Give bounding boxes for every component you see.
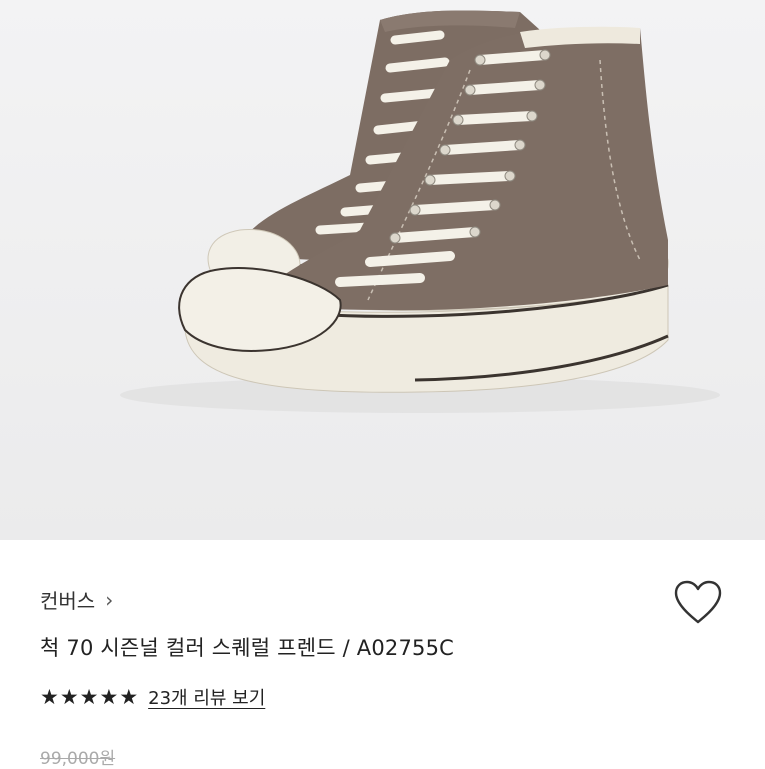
product-title: 척 70 시즌널 컬러 스퀘럴 프렌드 / A02755C [40,636,454,660]
star-filled-icon: ★ [40,684,59,709]
rating-row: ★ ★ ★ ★ ★ 23개 리뷰 보기 [40,684,265,710]
review-link[interactable]: 23개 리뷰 보기 [148,684,265,710]
star-filled-icon: ★ [99,684,119,709]
heart-outline-icon[interactable] [672,578,724,626]
product-image[interactable] [0,0,765,540]
rating-stars: ★ ★ ★ ★ ★ [40,684,139,709]
chevron-right-icon: › [105,587,114,612]
brand-link[interactable]: 컨버스 › [40,585,113,614]
sneaker-illustration [120,10,720,413]
star-filled-icon: ★ [59,684,79,709]
original-price: 99,000원 [40,749,116,769]
star-filled-icon: ★ [79,684,99,709]
star-filled-icon: ★ [119,684,139,709]
brand-name: 컨버스 [40,589,96,613]
